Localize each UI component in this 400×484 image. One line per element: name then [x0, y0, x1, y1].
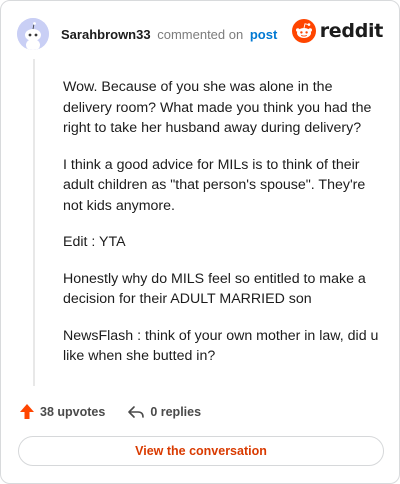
- commented-text: commented on: [157, 26, 244, 42]
- thread-line: [33, 59, 35, 386]
- upvote-button[interactable]: 38 upvotes: [19, 403, 105, 420]
- reply-button[interactable]: 0 replies: [127, 404, 201, 420]
- reply-arrow-icon: [128, 405, 145, 418]
- snoo-avatar-icon: [17, 18, 49, 50]
- comment-header: Sarahbrown33 commented on post reddit: [17, 17, 383, 51]
- view-conversation-button[interactable]: View the conversation: [18, 436, 384, 466]
- post-link[interactable]: post: [250, 27, 277, 42]
- avatar[interactable]: [17, 18, 49, 50]
- reddit-logo[interactable]: reddit: [291, 19, 384, 43]
- comment-actions: 38 upvotes 0 replies: [19, 403, 201, 420]
- reddit-wordmark: reddit: [319, 20, 384, 42]
- reddit-snoo-icon: [291, 19, 316, 43]
- byline: Sarahbrown33 commented on post: [61, 27, 277, 42]
- comment-paragraph: Wow. Because of you she was alone in the…: [63, 79, 372, 136]
- comment-card: Sarahbrown33 commented on post reddit Wo…: [0, 0, 400, 484]
- username-link[interactable]: Sarahbrown33: [61, 27, 151, 42]
- upvote-count: 38 upvotes: [40, 404, 106, 419]
- comment-paragraph: Edit : YTA: [63, 234, 126, 250]
- comment-paragraph: Honestly why do MILS feel so entitled to…: [63, 270, 366, 308]
- reply-count: 0 replies: [150, 404, 202, 419]
- view-conversation-label: View the conversation: [135, 444, 267, 458]
- comment-paragraph: I think a good advice for MILs is to thi…: [63, 156, 366, 214]
- comment-body: Wow. Because of you she was alone in the…: [63, 77, 385, 383]
- comment-paragraph: NewsFlash : think of your own mother in …: [63, 327, 379, 365]
- upvote-arrow-icon: [20, 404, 34, 419]
